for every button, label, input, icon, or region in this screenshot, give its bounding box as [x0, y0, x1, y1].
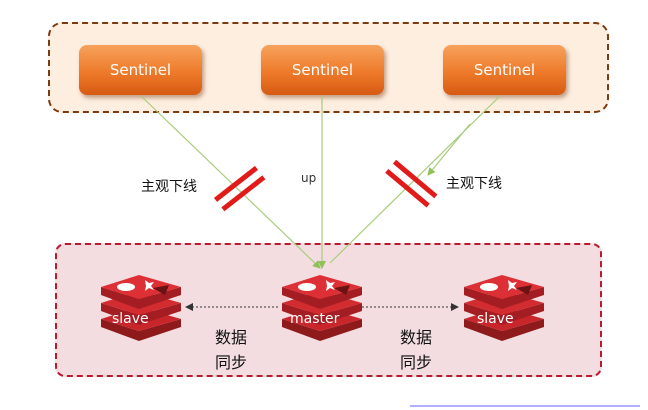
redis-icon-right [464, 275, 544, 341]
link-label-right: 主观下线 [446, 176, 502, 192]
sync-label-line: 数据 [214, 328, 247, 347]
node-label-right: slave [477, 311, 514, 327]
redis-icon-center [282, 275, 362, 341]
sync-label-line: 同步 [399, 353, 432, 372]
node-label-left: slave [112, 311, 149, 327]
node-label-center: master [290, 311, 340, 327]
bottom-divider [410, 405, 640, 407]
link-label-left: 主观下线 [141, 179, 197, 195]
link-right-arrow [427, 123, 471, 176]
link-label-center: up [301, 171, 317, 185]
sync-label-left: 数据 同步 [209, 325, 253, 375]
sync-label-line: 数据 [399, 328, 432, 347]
sync-label-line: 同步 [214, 353, 247, 372]
sync-label-right: 数据 同步 [394, 325, 438, 375]
redis-icon-left [101, 275, 181, 341]
diagram-links [101, 95, 544, 341]
